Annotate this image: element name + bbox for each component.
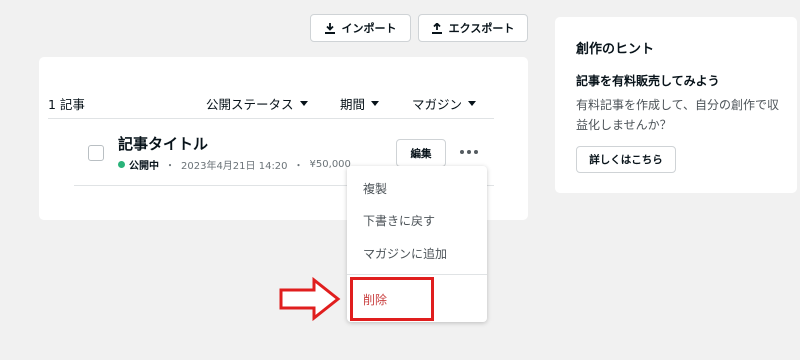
article-count: 1 記事 (48, 97, 85, 112)
export-label: エクスポート (448, 22, 515, 35)
pointer-arrow-icon (278, 276, 342, 325)
meta-separator: ・ (293, 161, 304, 172)
filter-status-label: 公開ステータス (206, 97, 294, 112)
menu-item-duplicate[interactable]: 複製 (363, 180, 387, 197)
import-label: インポート (341, 22, 397, 35)
export-button[interactable]: エクスポート (418, 14, 528, 42)
menu-item-revert-draft[interactable]: 下書きに戻す (363, 212, 435, 229)
list-header: 1 記事 公開ステータス 期間 マガジン (48, 92, 494, 119)
article-checkbox[interactable] (88, 145, 104, 161)
filter-magazine-dropdown[interactable]: マガジン (412, 94, 477, 113)
filter-status-dropdown[interactable]: 公開ステータス (206, 94, 308, 113)
filter-magazine-label: マガジン (412, 97, 463, 112)
download-icon (324, 22, 335, 34)
edit-label: 編集 (410, 147, 432, 160)
upload-icon (431, 22, 442, 34)
caret-down-icon (371, 101, 380, 106)
hint-title: 創作のヒント (576, 42, 655, 57)
more-options-icon[interactable] (458, 146, 480, 158)
article-price: ¥50,000 (309, 159, 351, 170)
article-date: 2023年4月21日 14:20 (181, 161, 288, 172)
edit-button[interactable]: 編集 (396, 139, 446, 167)
article-meta: 公開中 ・ 2023年4月21日 14:20 ・ ¥50,000 (118, 157, 357, 172)
menu-item-add-to-magazine[interactable]: マガジンに追加 (363, 245, 447, 262)
delete-highlight-box (350, 277, 434, 321)
meta-separator: ・ (165, 161, 175, 172)
hint-body: 有料記事を作成して、自分の創作で収益化しませんか？ (576, 98, 780, 132)
caret-down-icon (468, 101, 477, 106)
import-button[interactable]: インポート (310, 14, 411, 42)
status-dot-icon (118, 161, 125, 168)
filter-period-dropdown[interactable]: 期間 (340, 94, 380, 113)
filter-period-label: 期間 (340, 97, 366, 112)
caret-down-icon (299, 101, 308, 106)
learn-more-label: 詳しくはこちら (589, 154, 663, 166)
learn-more-button[interactable]: 詳しくはこちら (576, 146, 676, 173)
menu-divider (347, 274, 487, 275)
article-title[interactable]: 記事タイトル (118, 133, 208, 154)
hint-subtitle: 記事を有料販売してみよう (576, 74, 720, 88)
status-badge: 公開中 (129, 161, 159, 172)
